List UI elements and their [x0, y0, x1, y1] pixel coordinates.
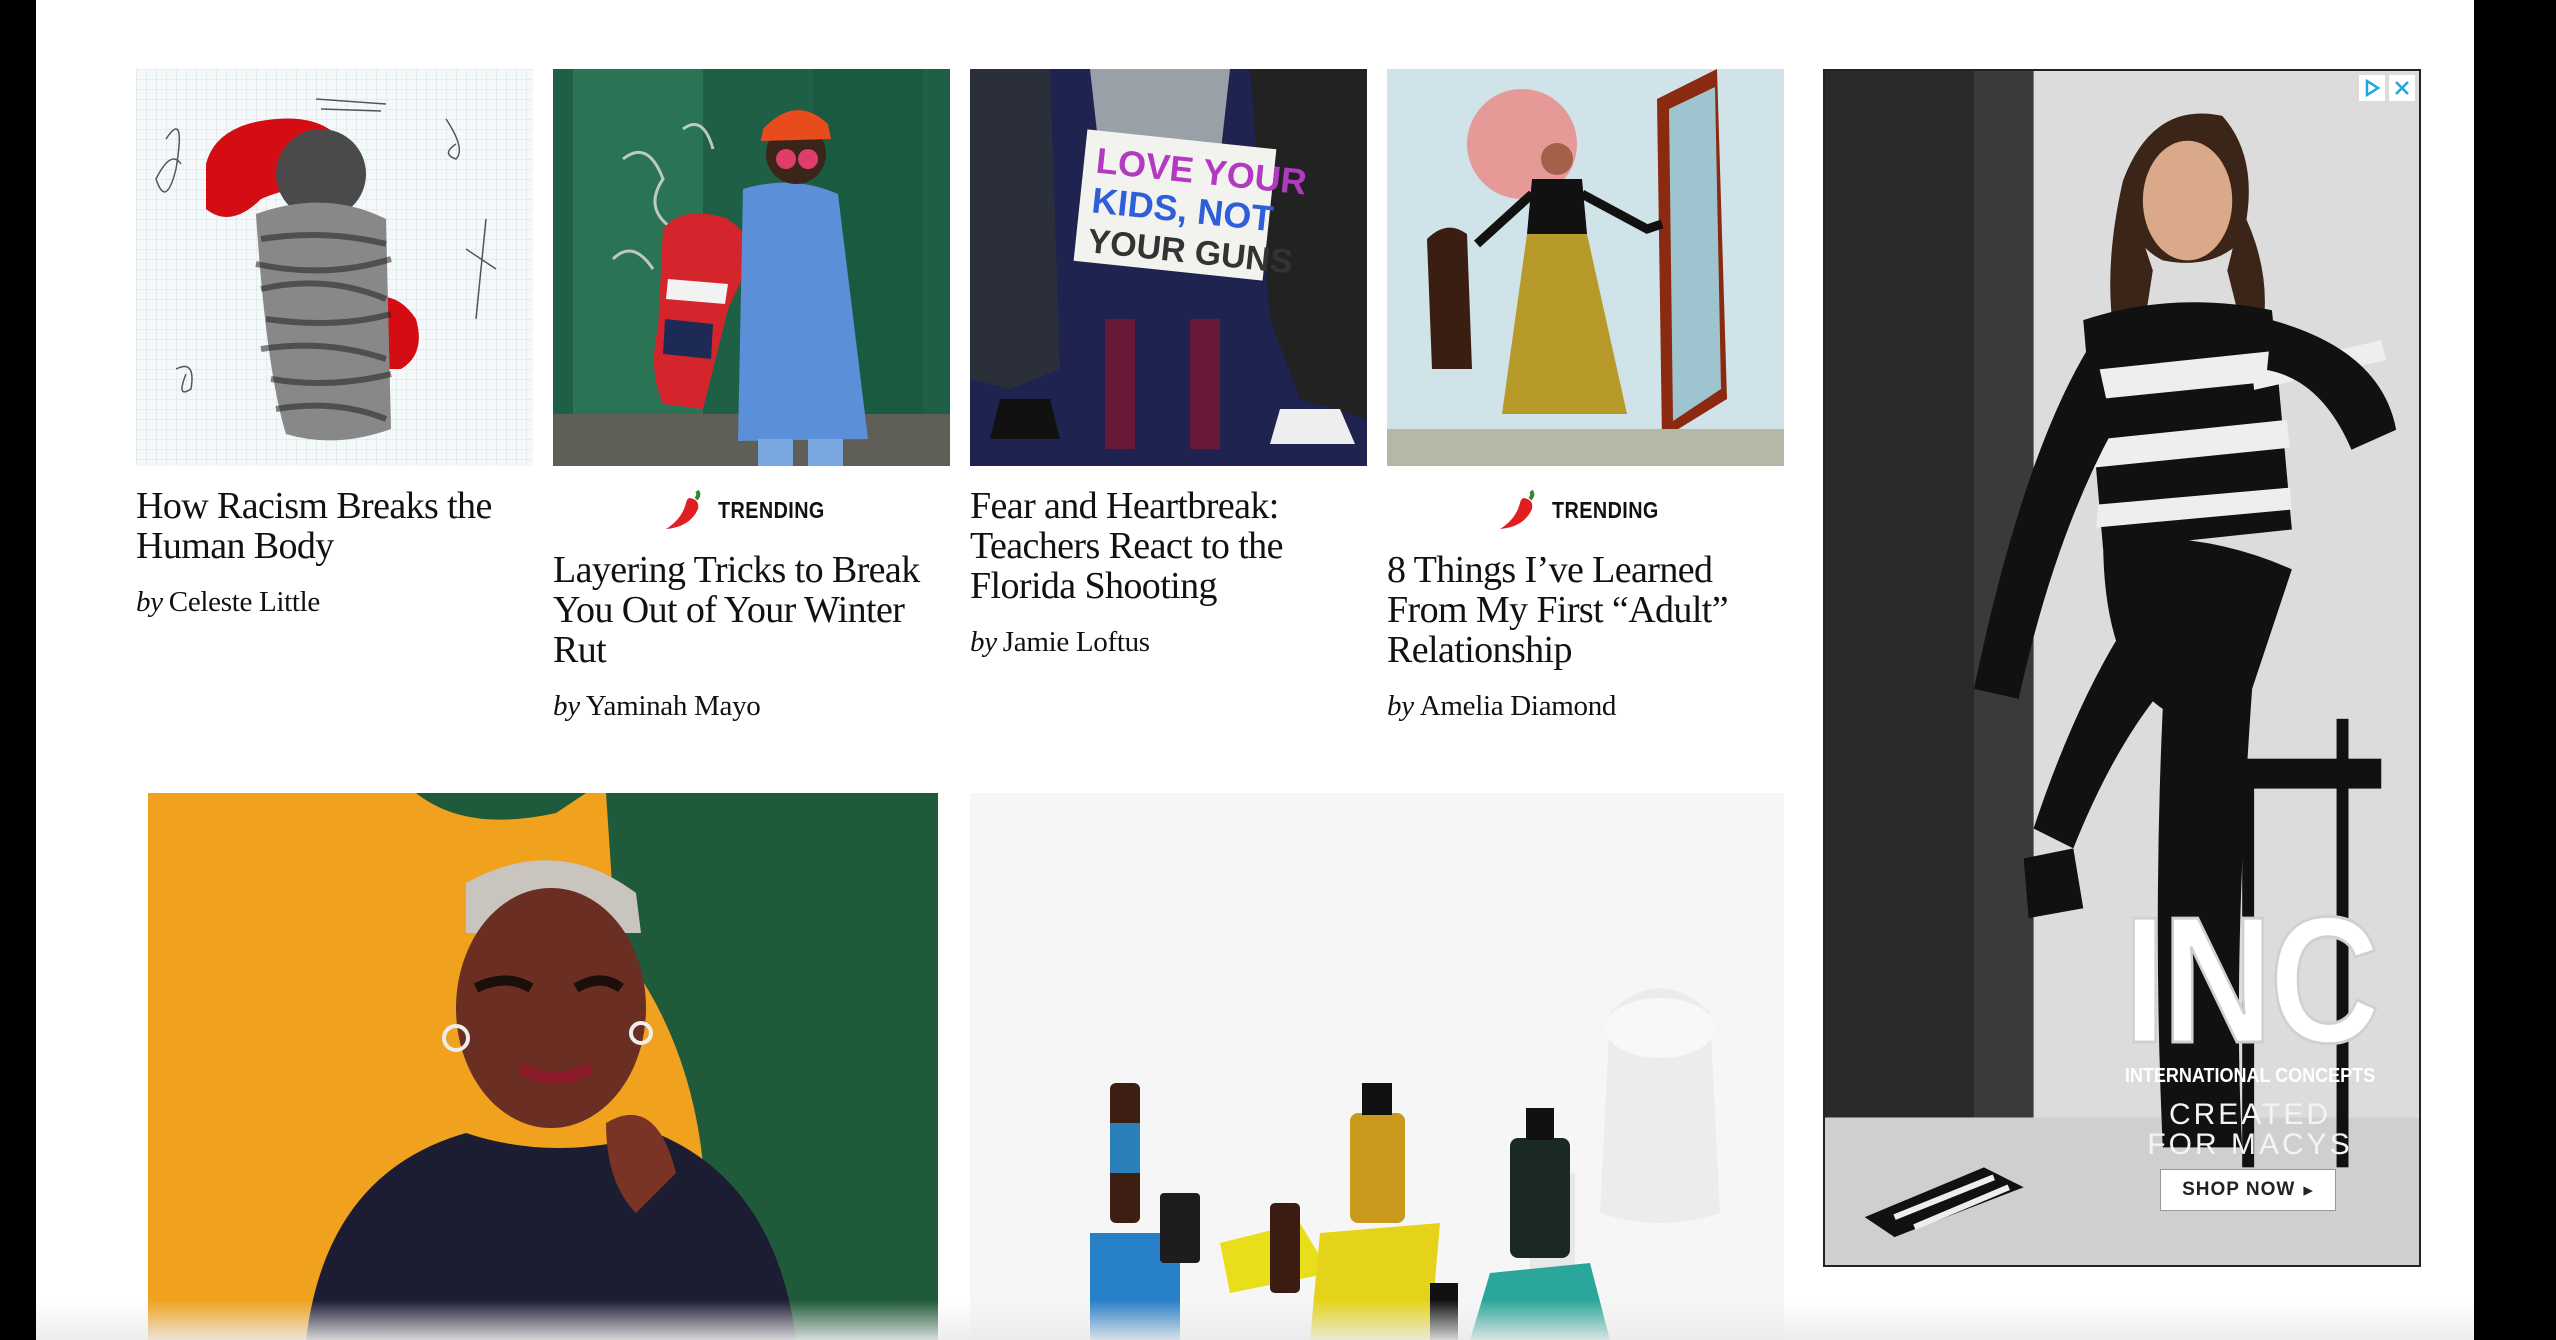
adchoices-icon[interactable]: [2359, 75, 2385, 101]
trending-label: TRENDING: [718, 496, 826, 523]
article-image-1[interactable]: [136, 69, 533, 466]
article-byline-4: by Amelia Diamond: [1387, 690, 1784, 723]
macys-inc-ad[interactable]: INC INTERNATIONAL CONCEPTS CREATED FOR M…: [1823, 69, 2421, 1267]
author-name-2[interactable]: Yaminah Mayo: [586, 690, 761, 722]
article-card-3[interactable]: LOVE YOUR KIDS, NOT YOUR GUNS Fear and H…: [970, 69, 1367, 659]
feature-image-portrait[interactable]: [136, 793, 951, 1340]
close-ad-icon[interactable]: [2389, 75, 2415, 101]
shop-now-button[interactable]: SHOP NOW ▸: [2160, 1169, 2336, 1211]
article-byline-3: by Jamie Loftus: [970, 626, 1367, 659]
winter-layering-photo: [553, 69, 950, 466]
chili-pepper-icon: [1500, 489, 1535, 529]
article-byline-2: by Yaminah Mayo: [553, 690, 950, 723]
article-title-2[interactable]: Layering Tricks to Break You Out of Your…: [553, 550, 950, 670]
article-title-4[interactable]: 8 Things I’ve Learned From My First “Adu…: [1387, 550, 1784, 670]
shop-now-label: SHOP NOW: [2182, 1179, 2296, 1200]
protest-photo: LOVE YOUR KIDS, NOT YOUR GUNS: [970, 69, 1367, 466]
ad-brand-logo: INC: [2122, 880, 2381, 1081]
article-image-2[interactable]: [553, 69, 950, 466]
article-image-3[interactable]: LOVE YOUR KIDS, NOT YOUR GUNS: [970, 69, 1367, 466]
bottom-scroll-fade: [36, 1300, 2474, 1340]
chili-pepper-icon: [666, 489, 701, 529]
trending-label: TRENDING: [1552, 496, 1660, 523]
article-card-4[interactable]: TRENDING 8 Things I’ve Learned From My F…: [1387, 69, 1784, 723]
play-arrow-icon: ▸: [2303, 1179, 2314, 1201]
ad-subbrand: INTERNATIONAL CONCEPTS: [2124, 1065, 2376, 1087]
ad-tagline-1: CREATED: [2168, 1098, 2332, 1131]
author-name-4[interactable]: Amelia Diamond: [1420, 690, 1617, 722]
relationship-collage: [1387, 69, 1784, 466]
article-card-1[interactable]: How Racism Breaks the Human Body by Celes…: [136, 69, 533, 619]
article-title-3[interactable]: Fear and Heartbreak: Teachers React to t…: [970, 486, 1367, 606]
trending-badge-4: TRENDING: [1387, 484, 1784, 536]
woman-portrait-painting: [136, 793, 951, 1340]
article-card-2[interactable]: TRENDING Layering Tricks to Break You Ou…: [553, 69, 950, 723]
essential-oils-photo: [970, 793, 1784, 1340]
by-word: by: [1387, 690, 1414, 722]
article-byline-1: by Celeste Little: [136, 586, 533, 619]
trending-badge-2: TRENDING: [553, 484, 950, 536]
page: How Racism Breaks the Human Body by Celes…: [36, 0, 2474, 1340]
by-word: by: [553, 690, 580, 722]
feature-image-products[interactable]: [970, 793, 1784, 1340]
by-word: by: [970, 626, 997, 658]
ad-brand-block: INC INTERNATIONAL CONCEPTS CREATED FOR M…: [2100, 880, 2400, 1161]
by-word: by: [136, 586, 163, 618]
racism-illustration: [136, 69, 533, 466]
ad-tagline-2: FOR MACYS: [2147, 1128, 2353, 1161]
article-image-4[interactable]: [1387, 69, 1784, 466]
article-title-1[interactable]: How Racism Breaks the Human Body: [136, 486, 533, 566]
author-name-1[interactable]: Celeste Little: [169, 586, 321, 618]
author-name-3[interactable]: Jamie Loftus: [1003, 626, 1150, 658]
